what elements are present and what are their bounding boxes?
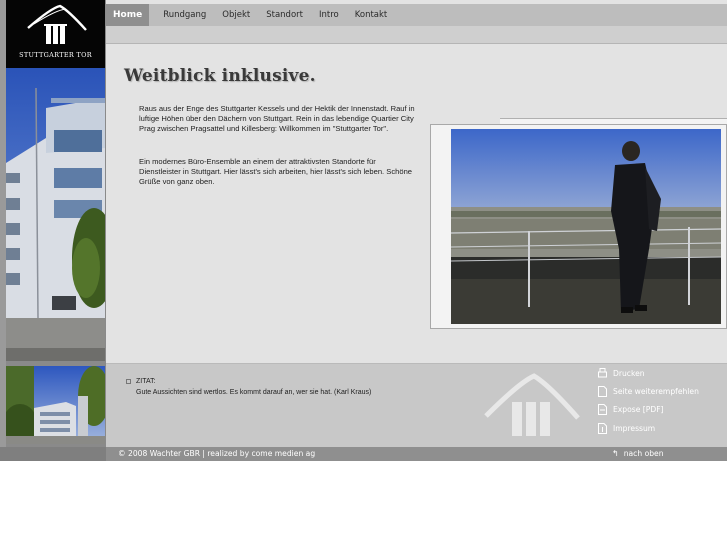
print-icon bbox=[598, 368, 607, 378]
print-link-label: Drucken bbox=[613, 369, 645, 378]
quote-label: ZITAT: bbox=[136, 378, 156, 385]
back-to-top-label: nach oben bbox=[623, 449, 664, 458]
logo-text: STUTTGARTER TOR bbox=[19, 51, 92, 59]
nav-home[interactable]: Home bbox=[106, 4, 150, 26]
imprint-link-label: Impressum bbox=[613, 424, 656, 433]
page-container: STUTTGARTER TOR Home Rundgang Objekt Sta… bbox=[0, 0, 727, 461]
recommend-link-label: Seite weiterempfehlen bbox=[613, 387, 699, 396]
nav-kontakt[interactable]: Kontakt bbox=[347, 10, 396, 20]
back-to-top-link[interactable]: ↰ nach oben bbox=[612, 449, 664, 458]
site-logo[interactable]: STUTTGARTER TOR bbox=[6, 0, 105, 68]
nav-standort[interactable]: Standort bbox=[258, 10, 311, 20]
nav-intro[interactable]: Intro bbox=[311, 10, 347, 20]
nav-objekt[interactable]: Objekt bbox=[214, 10, 258, 20]
intro-paragraph: Raus aus der Enge des Stuttgarter Kessel… bbox=[139, 104, 415, 133]
page-headline: Weitblick inklusive. bbox=[124, 66, 316, 86]
building-thumbnail bbox=[6, 366, 105, 444]
sub-navigation-bar bbox=[106, 26, 727, 44]
footer-left-block bbox=[0, 447, 106, 461]
recommend-link[interactable]: Seite weiterempfehlen bbox=[598, 386, 699, 397]
gate-watermark-icon bbox=[484, 373, 580, 436]
footer-copyright: © 2008 Wachter GBR | realized by come me… bbox=[118, 449, 316, 458]
intro-paragraph-2: Ein modernes Büro-Ensemble an einem der … bbox=[139, 157, 413, 186]
pdf-icon bbox=[598, 404, 607, 415]
quote-bullet-icon bbox=[126, 379, 131, 384]
nav-rundgang[interactable]: Rundgang bbox=[155, 10, 214, 20]
building-photo bbox=[6, 68, 105, 361]
info-icon bbox=[598, 423, 607, 434]
expose-pdf-link[interactable]: Expose [PDF] bbox=[598, 404, 664, 415]
man-overlooking-city-photo bbox=[451, 129, 721, 324]
logo-gate-icon bbox=[27, 4, 87, 44]
expose-pdf-link-label: Expose [PDF] bbox=[613, 405, 664, 414]
document-icon bbox=[598, 386, 607, 397]
back-to-top-icon: ↰ bbox=[612, 449, 619, 458]
imprint-link[interactable]: Impressum bbox=[598, 423, 655, 434]
print-link[interactable]: Drucken bbox=[598, 368, 645, 379]
quote-text: Gute Aussichten sind wertlos. Es kommt d… bbox=[136, 389, 372, 396]
main-navigation: Home Rundgang Objekt Standort Intro Kont… bbox=[106, 4, 395, 26]
